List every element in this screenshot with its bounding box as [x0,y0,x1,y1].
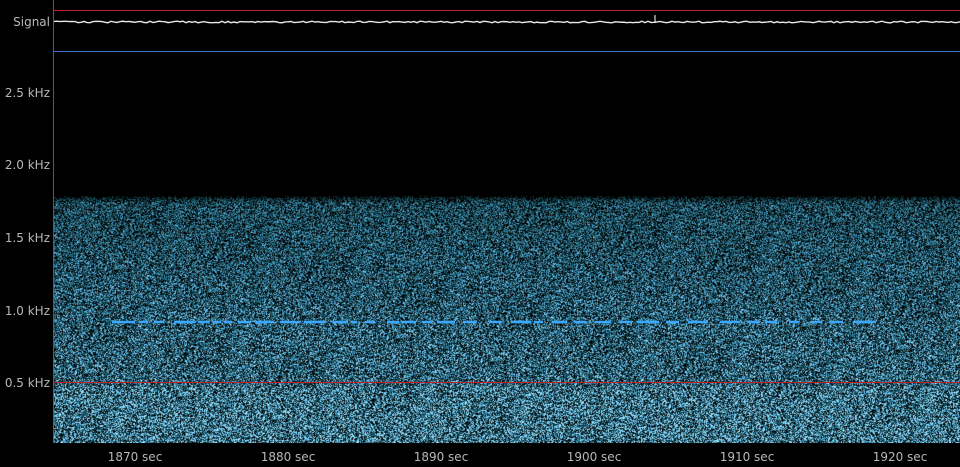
tone-line [112,320,876,324]
x-label-1880: 1880 sec [260,450,316,464]
top-red-marker-line [54,10,960,11]
x-label-1920: 1920 sec [872,450,928,464]
y-label-signal: Signal [13,15,50,29]
y-label-0-5-khz: 0.5 kHz [4,376,50,390]
y-label-1-0-khz: 1.0 kHz [4,304,50,318]
upper-frequency-limit-line[interactable] [54,51,960,52]
spectrogram-viewer: Signal 2.5 kHz 2.0 kHz 1.5 kHz 1.0 kHz 0… [0,0,960,467]
x-label-1870: 1870 sec [107,450,163,464]
x-label-1890: 1890 sec [413,450,469,464]
y-label-2-0-khz: 2.0 kHz [4,158,50,172]
x-label-1900: 1900 sec [566,450,622,464]
lower-frequency-limit-line[interactable] [54,382,960,383]
y-label-2-5-khz: 2.5 kHz [4,86,50,100]
y-label-1-5-khz: 1.5 kHz [4,231,50,245]
x-label-1910: 1910 sec [719,450,775,464]
signal-trace [54,15,960,24]
